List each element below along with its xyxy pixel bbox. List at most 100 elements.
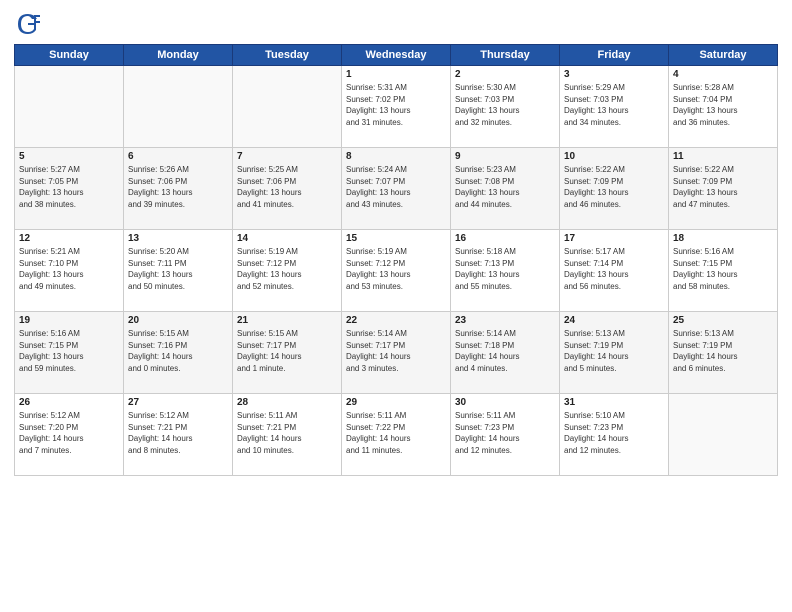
day-info: Sunrise: 5:17 AM Sunset: 7:14 PM Dayligh… [564, 246, 664, 292]
day-number: 6 [128, 151, 228, 162]
weekday-header: Tuesday [233, 45, 342, 66]
day-number: 1 [346, 69, 446, 80]
day-info: Sunrise: 5:22 AM Sunset: 7:09 PM Dayligh… [564, 164, 664, 210]
day-info: Sunrise: 5:24 AM Sunset: 7:07 PM Dayligh… [346, 164, 446, 210]
day-info: Sunrise: 5:13 AM Sunset: 7:19 PM Dayligh… [673, 328, 773, 374]
calendar-cell: 1 Sunrise: 5:31 AM Sunset: 7:02 PM Daylig… [342, 66, 451, 148]
day-info: Sunrise: 5:27 AM Sunset: 7:05 PM Dayligh… [19, 164, 119, 210]
calendar-cell: 26 Sunrise: 5:12 AM Sunset: 7:20 PM Dayli… [15, 394, 124, 476]
weekday-header: Sunday [15, 45, 124, 66]
calendar-table: SundayMondayTuesdayWednesdayThursdayFrid… [14, 44, 778, 476]
logo [14, 10, 46, 38]
day-info: Sunrise: 5:10 AM Sunset: 7:23 PM Dayligh… [564, 410, 664, 456]
day-info: Sunrise: 5:11 AM Sunset: 7:21 PM Dayligh… [237, 410, 337, 456]
day-number: 13 [128, 233, 228, 244]
day-number: 18 [673, 233, 773, 244]
day-number: 20 [128, 315, 228, 326]
day-number: 14 [237, 233, 337, 244]
calendar-cell: 18 Sunrise: 5:16 AM Sunset: 7:15 PM Dayli… [669, 230, 778, 312]
calendar-cell: 16 Sunrise: 5:18 AM Sunset: 7:13 PM Dayli… [451, 230, 560, 312]
calendar-cell: 25 Sunrise: 5:13 AM Sunset: 7:19 PM Dayli… [669, 312, 778, 394]
weekday-header: Monday [124, 45, 233, 66]
day-info: Sunrise: 5:15 AM Sunset: 7:17 PM Dayligh… [237, 328, 337, 374]
day-info: Sunrise: 5:23 AM Sunset: 7:08 PM Dayligh… [455, 164, 555, 210]
day-info: Sunrise: 5:12 AM Sunset: 7:21 PM Dayligh… [128, 410, 228, 456]
day-number: 12 [19, 233, 119, 244]
page-header [14, 10, 778, 38]
day-info: Sunrise: 5:19 AM Sunset: 7:12 PM Dayligh… [346, 246, 446, 292]
calendar-cell: 6 Sunrise: 5:26 AM Sunset: 7:06 PM Daylig… [124, 148, 233, 230]
day-number: 27 [128, 397, 228, 408]
day-info: Sunrise: 5:26 AM Sunset: 7:06 PM Dayligh… [128, 164, 228, 210]
day-number: 17 [564, 233, 664, 244]
day-info: Sunrise: 5:14 AM Sunset: 7:17 PM Dayligh… [346, 328, 446, 374]
day-number: 2 [455, 69, 555, 80]
calendar-week-row: 19 Sunrise: 5:16 AM Sunset: 7:15 PM Dayli… [15, 312, 778, 394]
calendar-cell: 9 Sunrise: 5:23 AM Sunset: 7:08 PM Daylig… [451, 148, 560, 230]
calendar-cell: 2 Sunrise: 5:30 AM Sunset: 7:03 PM Daylig… [451, 66, 560, 148]
day-info: Sunrise: 5:15 AM Sunset: 7:16 PM Dayligh… [128, 328, 228, 374]
calendar-week-row: 5 Sunrise: 5:27 AM Sunset: 7:05 PM Daylig… [15, 148, 778, 230]
day-number: 31 [564, 397, 664, 408]
calendar-cell: 13Sunrise: 5:20 AM Sunset: 7:11 PM Dayli… [124, 230, 233, 312]
calendar-cell: 24 Sunrise: 5:13 AM Sunset: 7:19 PM Dayli… [560, 312, 669, 394]
calendar-cell: 22 Sunrise: 5:14 AM Sunset: 7:17 PM Dayli… [342, 312, 451, 394]
calendar-cell: 30 Sunrise: 5:11 AM Sunset: 7:23 PM Dayli… [451, 394, 560, 476]
calendar-cell: 12 Sunrise: 5:21 AM Sunset: 7:10 PM Dayli… [15, 230, 124, 312]
day-number: 19 [19, 315, 119, 326]
calendar-week-row: 26 Sunrise: 5:12 AM Sunset: 7:20 PM Dayli… [15, 394, 778, 476]
calendar-cell: 21 Sunrise: 5:15 AM Sunset: 7:17 PM Dayli… [233, 312, 342, 394]
day-info: Sunrise: 5:31 AM Sunset: 7:02 PM Dayligh… [346, 82, 446, 128]
day-info: Sunrise: 5:25 AM Sunset: 7:06 PM Dayligh… [237, 164, 337, 210]
day-number: 24 [564, 315, 664, 326]
day-number: 28 [237, 397, 337, 408]
day-info: Sunrise: 5:12 AM Sunset: 7:20 PM Dayligh… [19, 410, 119, 456]
day-info: Sunrise: 5:30 AM Sunset: 7:03 PM Dayligh… [455, 82, 555, 128]
day-info: Sunrise: 5:11 AM Sunset: 7:22 PM Dayligh… [346, 410, 446, 456]
day-number: 10 [564, 151, 664, 162]
day-info: Sunrise: 5:16 AM Sunset: 7:15 PM Dayligh… [19, 328, 119, 374]
day-info: Sunrise: 5:13 AM Sunset: 7:19 PM Dayligh… [564, 328, 664, 374]
day-info: Sunrise: 5:14 AM Sunset: 7:18 PM Dayligh… [455, 328, 555, 374]
calendar-cell: 8 Sunrise: 5:24 AM Sunset: 7:07 PM Daylig… [342, 148, 451, 230]
weekday-header: Friday [560, 45, 669, 66]
calendar-week-row: 12 Sunrise: 5:21 AM Sunset: 7:10 PM Dayli… [15, 230, 778, 312]
day-info: Sunrise: 5:19 AM Sunset: 7:12 PM Dayligh… [237, 246, 337, 292]
day-info: Sunrise: 5:18 AM Sunset: 7:13 PM Dayligh… [455, 246, 555, 292]
day-info: Sunrise: 5:11 AM Sunset: 7:23 PM Dayligh… [455, 410, 555, 456]
day-number: 5 [19, 151, 119, 162]
day-number: 16 [455, 233, 555, 244]
calendar-cell [124, 66, 233, 148]
day-number: 21 [237, 315, 337, 326]
day-info: Sunrise: 5:22 AM Sunset: 7:09 PM Dayligh… [673, 164, 773, 210]
calendar-cell: 29 Sunrise: 5:11 AM Sunset: 7:22 PM Dayli… [342, 394, 451, 476]
day-number: 29 [346, 397, 446, 408]
day-number: 15 [346, 233, 446, 244]
day-info: Sunrise: 5:28 AM Sunset: 7:04 PM Dayligh… [673, 82, 773, 128]
calendar-cell: 19 Sunrise: 5:16 AM Sunset: 7:15 PM Dayli… [15, 312, 124, 394]
day-info: Sunrise: 5:16 AM Sunset: 7:15 PM Dayligh… [673, 246, 773, 292]
calendar-cell: 3Sunrise: 5:29 AM Sunset: 7:03 PM Daylig… [560, 66, 669, 148]
calendar-cell: 10 Sunrise: 5:22 AM Sunset: 7:09 PM Dayli… [560, 148, 669, 230]
day-number: 26 [19, 397, 119, 408]
day-number: 8 [346, 151, 446, 162]
day-info: Sunrise: 5:29 AM Sunset: 7:03 PM Dayligh… [564, 82, 664, 128]
logo-icon [14, 10, 42, 38]
calendar-cell: 20 Sunrise: 5:15 AM Sunset: 7:16 PM Dayli… [124, 312, 233, 394]
day-number: 9 [455, 151, 555, 162]
calendar-cell: 23 Sunrise: 5:14 AM Sunset: 7:18 PM Dayli… [451, 312, 560, 394]
day-number: 23 [455, 315, 555, 326]
calendar-cell [233, 66, 342, 148]
calendar-cell: 27 Sunrise: 5:12 AM Sunset: 7:21 PM Dayli… [124, 394, 233, 476]
day-number: 30 [455, 397, 555, 408]
weekday-header-row: SundayMondayTuesdayWednesdayThursdayFrid… [15, 45, 778, 66]
calendar-cell: 31 Sunrise: 5:10 AM Sunset: 7:23 PM Dayli… [560, 394, 669, 476]
day-number: 22 [346, 315, 446, 326]
day-number: 7 [237, 151, 337, 162]
day-number: 11 [673, 151, 773, 162]
day-info: Sunrise: 5:21 AM Sunset: 7:10 PM Dayligh… [19, 246, 119, 292]
calendar-cell: 4Sunrise: 5:28 AM Sunset: 7:04 PM Daylig… [669, 66, 778, 148]
calendar-cell: 7 Sunrise: 5:25 AM Sunset: 7:06 PM Daylig… [233, 148, 342, 230]
day-number: 25 [673, 315, 773, 326]
weekday-header: Thursday [451, 45, 560, 66]
